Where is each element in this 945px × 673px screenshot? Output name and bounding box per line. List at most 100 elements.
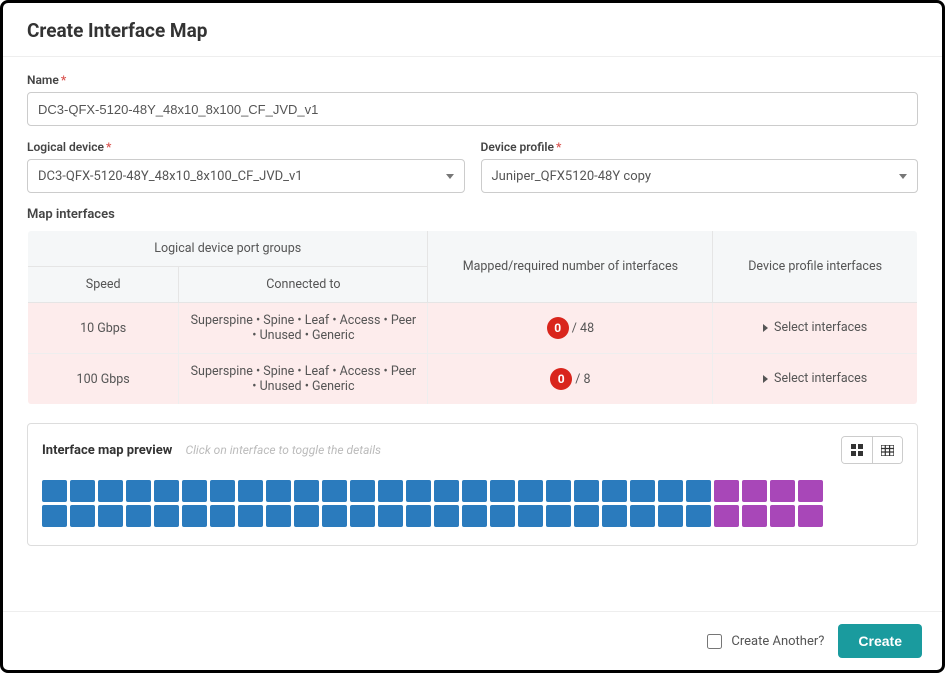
- port[interactable]: [798, 505, 823, 527]
- create-button[interactable]: Create: [838, 624, 922, 658]
- port[interactable]: [42, 505, 67, 527]
- port[interactable]: [490, 480, 515, 502]
- chevron-down-icon: [899, 174, 907, 179]
- create-another-option[interactable]: Create Another?: [703, 631, 824, 652]
- speed-cell: 100 Gbps: [28, 354, 179, 405]
- device-profile-select[interactable]: Juniper_QFX5120-48Y copy: [481, 159, 919, 193]
- port[interactable]: [574, 480, 599, 502]
- port[interactable]: [742, 480, 767, 502]
- grid-view-button[interactable]: [842, 437, 872, 463]
- select-interfaces-link[interactable]: Select interfaces: [763, 320, 867, 335]
- port[interactable]: [266, 505, 291, 527]
- port[interactable]: [350, 480, 375, 502]
- port[interactable]: [686, 480, 711, 502]
- modal-header: Create Interface Map: [3, 3, 942, 57]
- port[interactable]: [350, 505, 375, 527]
- port[interactable]: [42, 480, 67, 502]
- interface-map-preview: Interface map preview Click on interface…: [27, 423, 918, 546]
- speed-cell: 10 Gbps: [28, 303, 179, 354]
- name-label: Name*: [27, 73, 918, 87]
- select-interfaces-link[interactable]: Select interfaces: [763, 371, 867, 386]
- port[interactable]: [378, 505, 403, 527]
- table-row: 10 GbpsSuperspine • Spine • Leaf • Acces…: [28, 303, 918, 354]
- port[interactable]: [546, 480, 571, 502]
- device-profile-label: Device profile*: [481, 140, 919, 154]
- connected-cell: Superspine • Spine • Leaf • Access • Pee…: [179, 303, 428, 354]
- grid-icon: [851, 444, 863, 456]
- modal-title: Create Interface Map: [27, 19, 918, 42]
- col-connected: Connected to: [179, 267, 428, 303]
- mapped-count-badge: 0: [547, 317, 569, 339]
- port[interactable]: [462, 505, 487, 527]
- port[interactable]: [126, 480, 151, 502]
- port[interactable]: [182, 480, 207, 502]
- port[interactable]: [630, 505, 655, 527]
- port[interactable]: [406, 480, 431, 502]
- port[interactable]: [462, 480, 487, 502]
- port-grid: [42, 480, 903, 527]
- logical-device-select[interactable]: DC3-QFX-5120-48Y_48x10_8x100_CF_JVD_v1: [27, 159, 465, 193]
- port[interactable]: [70, 505, 95, 527]
- mapped-cell: 0 / 48: [428, 303, 713, 354]
- table-view-button[interactable]: [872, 437, 902, 463]
- modal-footer: Create Another? Create: [3, 611, 942, 670]
- preview-title: Interface map preview: [42, 443, 172, 458]
- port[interactable]: [714, 480, 739, 502]
- name-input[interactable]: [27, 92, 918, 126]
- port[interactable]: [294, 480, 319, 502]
- col-port-groups: Logical device port groups: [28, 231, 428, 267]
- port[interactable]: [322, 480, 347, 502]
- table-icon: [881, 445, 894, 456]
- port[interactable]: [238, 480, 263, 502]
- port[interactable]: [602, 505, 627, 527]
- port[interactable]: [210, 480, 235, 502]
- port[interactable]: [154, 480, 179, 502]
- port[interactable]: [714, 505, 739, 527]
- port[interactable]: [770, 505, 795, 527]
- port[interactable]: [126, 505, 151, 527]
- port[interactable]: [378, 480, 403, 502]
- port[interactable]: [742, 505, 767, 527]
- port[interactable]: [210, 505, 235, 527]
- map-interfaces-label: Map interfaces: [27, 207, 918, 222]
- port[interactable]: [518, 480, 543, 502]
- port[interactable]: [434, 480, 459, 502]
- table-row: 100 GbpsSuperspine • Spine • Leaf • Acce…: [28, 354, 918, 405]
- port[interactable]: [686, 505, 711, 527]
- port[interactable]: [798, 480, 823, 502]
- port[interactable]: [154, 505, 179, 527]
- create-interface-map-modal: Create Interface Map Name* Logical devic…: [0, 0, 945, 673]
- required-asterisk: *: [106, 140, 111, 154]
- port[interactable]: [630, 480, 655, 502]
- required-asterisk: *: [61, 73, 66, 87]
- port[interactable]: [490, 505, 515, 527]
- port[interactable]: [238, 505, 263, 527]
- port[interactable]: [602, 480, 627, 502]
- port[interactable]: [658, 505, 683, 527]
- port[interactable]: [658, 480, 683, 502]
- preview-hint: Click on interface to toggle the details: [186, 443, 382, 457]
- create-another-checkbox[interactable]: [707, 634, 722, 649]
- port[interactable]: [518, 505, 543, 527]
- port[interactable]: [294, 505, 319, 527]
- port[interactable]: [322, 505, 347, 527]
- port[interactable]: [98, 480, 123, 502]
- mapped-count-badge: 0: [550, 368, 572, 390]
- port[interactable]: [182, 505, 207, 527]
- port[interactable]: [266, 480, 291, 502]
- caret-right-icon: [763, 324, 768, 332]
- port[interactable]: [406, 505, 431, 527]
- port[interactable]: [546, 505, 571, 527]
- logical-device-label: Logical device*: [27, 140, 465, 154]
- port[interactable]: [70, 480, 95, 502]
- port[interactable]: [434, 505, 459, 527]
- port[interactable]: [98, 505, 123, 527]
- mapped-cell: 0 / 8: [428, 354, 713, 405]
- modal-body: Name* Logical device* DC3-QFX-5120-48Y_4…: [3, 57, 942, 611]
- port[interactable]: [574, 505, 599, 527]
- device-if-cell: Select interfaces: [713, 354, 918, 405]
- port[interactable]: [770, 480, 795, 502]
- col-mapped: Mapped/required number of interfaces: [428, 231, 713, 303]
- chevron-down-icon: [446, 174, 454, 179]
- connected-cell: Superspine • Spine • Leaf • Access • Pee…: [179, 354, 428, 405]
